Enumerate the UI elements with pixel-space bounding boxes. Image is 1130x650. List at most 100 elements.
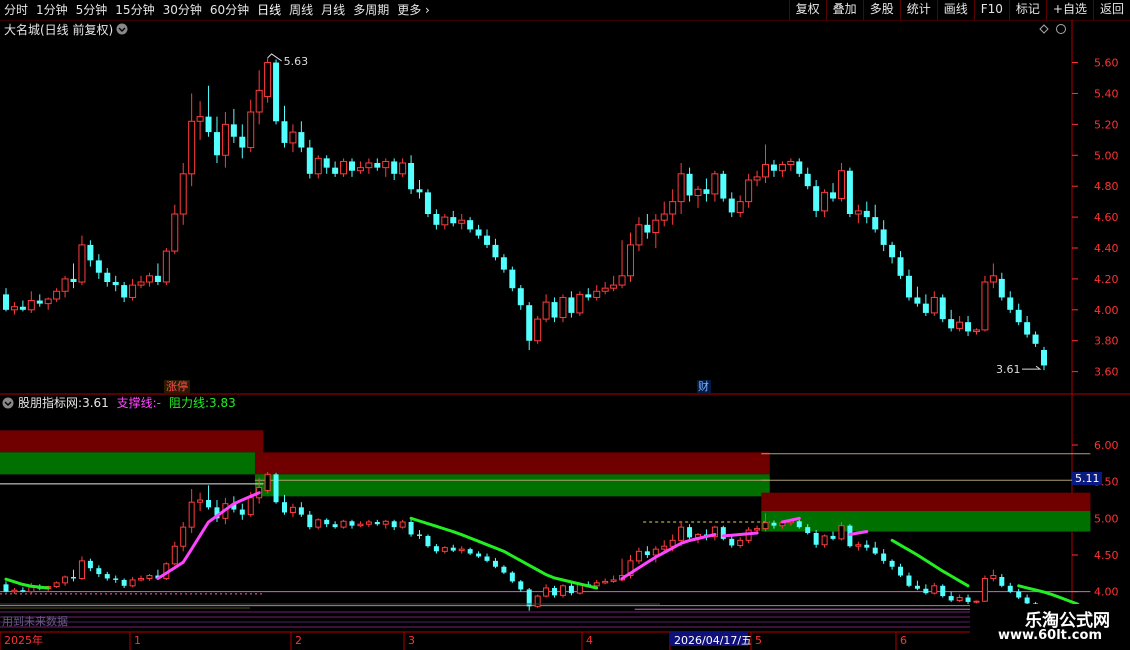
candle-body bbox=[906, 575, 912, 586]
candle-body bbox=[931, 585, 938, 594]
resistance-line bbox=[4, 577, 50, 590]
candle-body bbox=[881, 553, 887, 561]
period-tab-4[interactable]: 30分钟 bbox=[159, 0, 206, 20]
finance-marker[interactable]: 财 bbox=[698, 379, 709, 393]
candle-body bbox=[972, 329, 980, 332]
time-tick-label: 2 bbox=[295, 634, 302, 647]
candle-body bbox=[450, 217, 457, 224]
candle-body bbox=[306, 147, 313, 174]
price-tick-label: 5.20 bbox=[1094, 118, 1119, 131]
candle-body bbox=[121, 285, 128, 298]
candle-body bbox=[374, 163, 381, 168]
period-tab-10[interactable]: 更多 › bbox=[393, 0, 434, 20]
candle-body bbox=[559, 585, 566, 596]
toolbar-button-2[interactable]: 多股 bbox=[862, 0, 900, 20]
period-tab-1[interactable]: 1分钟 bbox=[32, 0, 72, 20]
candle-body bbox=[399, 521, 406, 528]
candle-body bbox=[239, 136, 246, 148]
toolbar-button-1[interactable]: 叠加 bbox=[825, 0, 863, 20]
candle-body bbox=[838, 525, 845, 540]
candle-body bbox=[230, 124, 237, 137]
toolbar-button-3[interactable]: 统计 bbox=[899, 0, 937, 20]
candle-body bbox=[687, 527, 693, 538]
candle-body bbox=[889, 244, 896, 258]
candle-body bbox=[356, 167, 364, 172]
period-tab-3[interactable]: 15分钟 bbox=[111, 0, 158, 20]
main-title: 大名城(日线 前复权) bbox=[4, 22, 113, 37]
candle-body bbox=[10, 306, 18, 311]
candle-body bbox=[762, 522, 769, 530]
watermark: 乐淘公式网 www.60lt.com bbox=[970, 604, 1130, 650]
candle-body bbox=[417, 534, 423, 536]
candle-body bbox=[602, 580, 609, 584]
candle-body bbox=[585, 294, 592, 298]
candle-body bbox=[729, 538, 735, 546]
toolbar-button-4[interactable]: 画线 bbox=[936, 0, 974, 20]
limit-up-marker[interactable]: 涨停 bbox=[166, 379, 188, 393]
candle-body bbox=[889, 560, 895, 567]
settings-icon[interactable] bbox=[1056, 24, 1066, 34]
candle-body bbox=[239, 509, 245, 515]
price-tick-label: 5.00 bbox=[1094, 149, 1119, 162]
high-arrow bbox=[267, 53, 282, 62]
candle-body bbox=[61, 278, 69, 292]
candle-body bbox=[87, 560, 93, 569]
toolbar-button-6[interactable]: 标记 bbox=[1008, 0, 1046, 20]
toolbar-button-7[interactable]: +自选 bbox=[1045, 0, 1093, 20]
support-line bbox=[848, 530, 869, 536]
period-tab-5[interactable]: 60分钟 bbox=[206, 0, 253, 20]
toolbar-button-0[interactable]: 复权 bbox=[788, 0, 826, 20]
candle-body bbox=[753, 176, 761, 181]
toolbar-button-8[interactable]: 返回 bbox=[1092, 0, 1130, 20]
candle-body bbox=[830, 192, 837, 199]
candle-body bbox=[382, 520, 389, 525]
period-tab-8[interactable]: 月线 bbox=[317, 0, 349, 20]
diamond-icon[interactable] bbox=[1039, 24, 1049, 34]
candle-body bbox=[736, 201, 744, 213]
candle-body bbox=[998, 278, 1005, 298]
candle-body bbox=[610, 284, 618, 289]
candle-body bbox=[1007, 297, 1014, 310]
candle-body bbox=[180, 526, 187, 547]
candle-body bbox=[441, 216, 449, 226]
candle-body bbox=[593, 290, 601, 298]
candle-body bbox=[3, 294, 9, 310]
support-zone bbox=[761, 511, 1091, 532]
title-dropdown-icon[interactable] bbox=[116, 23, 128, 35]
kline-chart[interactable]: 大名城(日线 前复权) 3.60 3.80 4.00 4.20 4.40 4.60 4.80… bbox=[0, 20, 1130, 650]
period-tab-0[interactable]: 分时 bbox=[0, 0, 32, 20]
time-tick-label: 1 bbox=[134, 634, 141, 647]
candle-body bbox=[846, 170, 853, 214]
candle-body bbox=[28, 586, 35, 593]
toolbar-button-5[interactable]: F10 bbox=[973, 0, 1009, 20]
indicator-tick-label: 5.00 bbox=[1094, 512, 1119, 525]
candle-body bbox=[948, 596, 954, 601]
candle-body bbox=[315, 519, 322, 528]
candle-body bbox=[340, 160, 348, 175]
candle-body bbox=[349, 521, 355, 526]
candle-body bbox=[273, 62, 280, 122]
candle-body bbox=[864, 544, 870, 548]
candle-body bbox=[940, 585, 946, 597]
candle-body bbox=[965, 322, 972, 332]
candle-body bbox=[314, 157, 322, 175]
period-tab-6[interactable]: 日线 bbox=[253, 0, 285, 20]
candle-body bbox=[821, 535, 828, 546]
toolbar-right-buttons: 复权 叠加 多股 统计 画线 F10 标记 +自选 返回 bbox=[788, 0, 1130, 20]
candle-body bbox=[96, 568, 102, 575]
candle-body bbox=[610, 579, 617, 582]
time-axis: 2025年 1 2 3 4 2026/04/17/五 5 6 bbox=[0, 632, 907, 650]
candle-body bbox=[298, 132, 305, 148]
candle-body bbox=[922, 303, 929, 313]
candle-body bbox=[467, 549, 473, 554]
period-tab-7[interactable]: 周线 bbox=[285, 0, 317, 20]
candle-body bbox=[424, 192, 431, 214]
candle-body bbox=[433, 214, 440, 225]
period-tab-9[interactable]: 多周期 bbox=[349, 0, 393, 20]
candle-body bbox=[804, 173, 811, 187]
indicator-dropdown-icon[interactable] bbox=[2, 397, 14, 409]
support-value: - bbox=[157, 396, 161, 410]
bottom-lines bbox=[0, 603, 975, 628]
period-tab-2[interactable]: 5分钟 bbox=[72, 0, 112, 20]
price-tick-label: 4.60 bbox=[1094, 211, 1119, 224]
